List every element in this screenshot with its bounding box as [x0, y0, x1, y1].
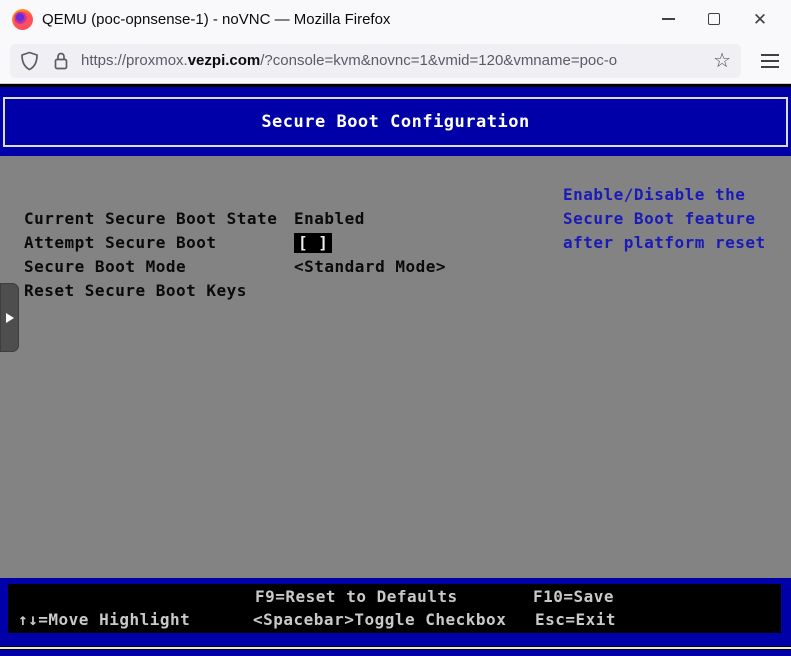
- bios-page-title: Secure Boot Configuration: [3, 97, 788, 147]
- bios-header: Secure Boot Configuration: [0, 87, 791, 156]
- firefox-window: QEMU (poc-opnsense-1) - noVNC — Mozilla …: [0, 0, 791, 656]
- hint-f10-save: F10=Save: [533, 587, 614, 607]
- option-value-current-state: Enabled: [294, 209, 365, 229]
- maximize-icon: [708, 13, 720, 25]
- url-text[interactable]: https://proxmox.vezpi.com/?console=kvm&n…: [81, 52, 707, 69]
- url-scheme: https://proxmox.: [81, 52, 188, 69]
- url-path: /?console=kvm&novnc=1&vmid=120&vmname=po…: [260, 52, 617, 69]
- url-bar[interactable]: https://proxmox.vezpi.com/?console=kvm&n…: [10, 44, 741, 78]
- option-value-secure-boot-mode[interactable]: <Standard Mode>: [294, 257, 446, 277]
- help-text-line-1: Enable/Disable the: [563, 185, 745, 205]
- novnc-canvas[interactable]: Secure Boot Configuration Current Secure…: [0, 84, 791, 656]
- menu-hamburger-icon[interactable]: [757, 50, 783, 72]
- lock-icon[interactable]: [53, 51, 69, 71]
- option-label-current-state: Current Secure Boot State: [24, 209, 277, 229]
- novnc-control-bar-handle[interactable]: [0, 283, 19, 352]
- close-button[interactable]: ✕: [737, 4, 783, 34]
- footer-separator: [0, 646, 791, 650]
- minimize-icon: [662, 18, 675, 20]
- minimize-button[interactable]: [645, 4, 691, 34]
- option-label-reset-keys[interactable]: Reset Secure Boot Keys: [24, 281, 247, 301]
- key-hints-box: F9=Reset to Defaults F10=Save ↑↓=Move Hi…: [8, 584, 781, 633]
- expand-arrow-icon: [6, 313, 14, 323]
- window-controls: ✕: [645, 4, 783, 34]
- option-label-secure-boot-mode[interactable]: Secure Boot Mode: [24, 257, 186, 277]
- attempt-secure-boot-checkbox[interactable]: [ ]: [294, 233, 332, 253]
- help-text-line-2: Secure Boot feature: [563, 209, 756, 229]
- close-icon: ✕: [753, 11, 767, 28]
- bios-footer: F9=Reset to Defaults F10=Save ↑↓=Move Hi…: [0, 578, 791, 656]
- hint-spacebar-toggle: <Spacebar>Toggle Checkbox: [253, 610, 506, 630]
- hint-move-highlight: ↑↓=Move Highlight: [18, 610, 190, 630]
- window-titlebar: QEMU (poc-opnsense-1) - noVNC — Mozilla …: [0, 0, 791, 38]
- maximize-button[interactable]: [691, 4, 737, 34]
- help-text-line-3: after platform reset: [563, 233, 766, 253]
- bios-body: Current Secure Boot State Enabled Attemp…: [0, 156, 791, 578]
- shield-icon[interactable]: [20, 51, 39, 71]
- navigation-bar: https://proxmox.vezpi.com/?console=kvm&n…: [0, 38, 791, 84]
- bookmark-star-icon[interactable]: ☆: [713, 51, 731, 71]
- url-domain: vezpi.com: [188, 52, 261, 69]
- hint-esc-exit: Esc=Exit: [535, 610, 616, 630]
- option-label-attempt-secure-boot[interactable]: Attempt Secure Boot: [24, 233, 217, 253]
- firefox-icon: [12, 9, 33, 30]
- hint-f9-reset: F9=Reset to Defaults: [255, 587, 458, 607]
- window-title: QEMU (poc-opnsense-1) - noVNC — Mozilla …: [42, 11, 645, 28]
